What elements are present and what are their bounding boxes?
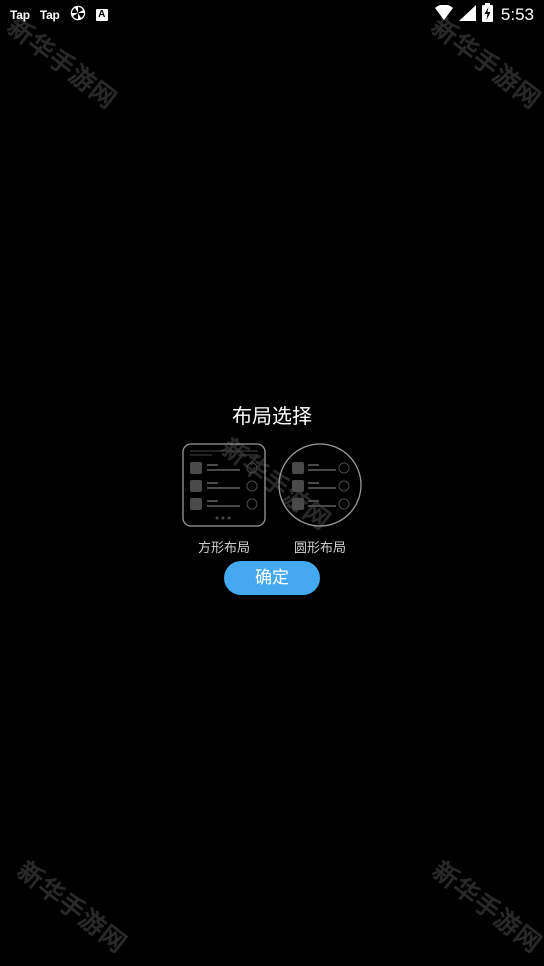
font-a-icon: A bbox=[95, 8, 108, 21]
status-bar: Tap Tap A 5:53 bbox=[0, 0, 544, 28]
square-layout-preview bbox=[182, 443, 266, 527]
status-bar-notifications: Tap Tap A bbox=[10, 5, 108, 24]
taptap-notification-icon: Tap bbox=[39, 7, 60, 22]
round-layout-preview bbox=[278, 443, 362, 527]
status-bar-system: 5:53 bbox=[434, 3, 534, 26]
square-layout-label: 方形布局 bbox=[197, 541, 250, 556]
cell-signal-icon bbox=[458, 4, 476, 25]
clock: 5:53 bbox=[500, 4, 534, 24]
round-layout-option[interactable]: 圆形布局 bbox=[278, 443, 362, 556]
wifi-icon bbox=[434, 4, 453, 24]
dialog-title: 布局选择 bbox=[232, 404, 312, 428]
watermark: 新华手游网 bbox=[426, 855, 544, 959]
battery-charging-icon bbox=[481, 3, 493, 26]
pinwheel-icon bbox=[70, 5, 86, 24]
round-layout-label: 圆形布局 bbox=[293, 541, 346, 556]
watermark: 新华手游网 bbox=[11, 855, 133, 959]
taptap-notification-icon: Tap bbox=[10, 7, 30, 22]
square-layout-option[interactable]: 方形布局 bbox=[182, 443, 266, 556]
confirm-button[interactable]: 确定 bbox=[224, 561, 320, 595]
